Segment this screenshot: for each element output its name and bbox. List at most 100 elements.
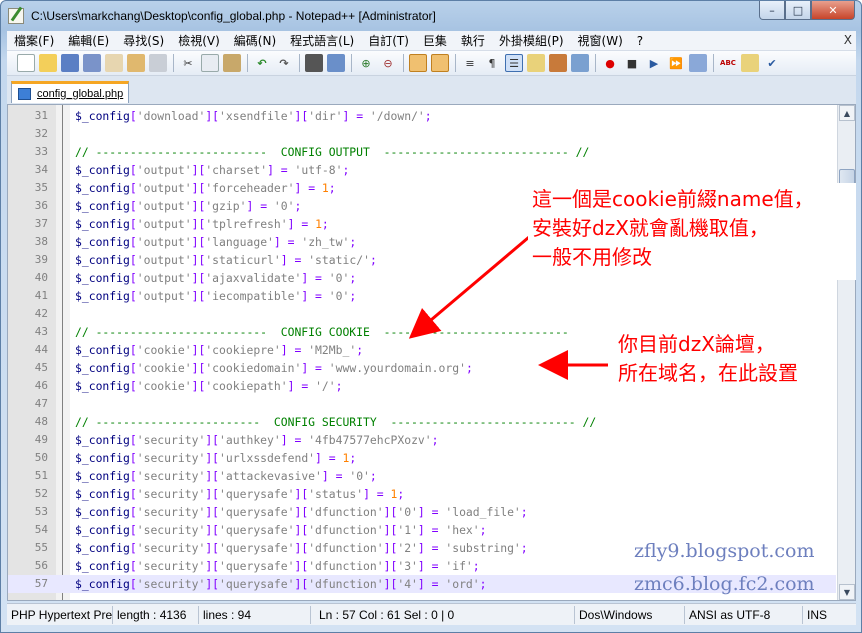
save-icon[interactable]	[61, 54, 79, 72]
run-macro-multiple-icon[interactable]: ⏩	[667, 54, 685, 72]
print-icon[interactable]	[149, 54, 167, 72]
indent-guide-icon[interactable]: ☰	[505, 54, 523, 72]
menu-language[interactable]: 程式語言(L)	[283, 32, 361, 49]
menu-plugins[interactable]: 外掛模組(P)	[492, 32, 571, 49]
title-bar[interactable]: C:\Users\markchang\Desktop\config_global…	[1, 1, 861, 31]
find-icon[interactable]	[305, 54, 323, 72]
code-line[interactable]: 47	[8, 395, 836, 413]
menu-encoding[interactable]: 編碼(N)	[227, 32, 283, 49]
code-token: ][	[191, 253, 206, 267]
code-line[interactable]: 31 $_config['download']['xsendfile']['dir…	[8, 107, 836, 125]
save-all-icon[interactable]	[83, 54, 101, 72]
code-token: ;	[369, 469, 377, 483]
code-token: ][	[294, 559, 309, 573]
code-line[interactable]: 52 $_config['security']['querysafe']['sta…	[8, 485, 836, 503]
paste-icon[interactable]	[223, 54, 241, 72]
code-line[interactable]: 42	[8, 305, 836, 323]
zoom-out-icon[interactable]: ⊖	[379, 54, 397, 72]
code-line[interactable]: 33 // ------------------------- CONFIG OU…	[8, 143, 836, 161]
sync-horizontal-icon[interactable]	[431, 54, 449, 72]
code-token: 1	[315, 217, 322, 231]
code-line[interactable]: 50 $_config['security']['urlxssdefend'] =…	[8, 449, 836, 467]
menu-search[interactable]: 尋找(S)	[116, 32, 171, 49]
code-line[interactable]: 49 $_config['security']['authkey'] = '4fb…	[8, 431, 836, 449]
user-defined-lang-icon[interactable]	[527, 54, 545, 72]
record-macro-icon[interactable]: ●	[601, 54, 619, 72]
code-token: ;	[465, 361, 473, 375]
code-token: 'querysafe'	[219, 559, 295, 573]
code-token: 'dfunction'	[308, 577, 384, 591]
menu-file[interactable]: 檔案(F)	[7, 32, 61, 49]
code-line[interactable]: 48 // ------------------------ CONFIG SEC…	[8, 413, 836, 431]
code-token: ][	[205, 523, 220, 537]
spell-check-settings-icon[interactable]: ✔	[763, 54, 781, 72]
code-line[interactable]: 34 $_config['output']['charset'] = 'utf-8…	[8, 161, 836, 179]
line-number: 31	[34, 109, 48, 122]
play-macro-icon[interactable]: ▶	[645, 54, 663, 72]
redo-icon[interactable]: ↷	[275, 54, 293, 72]
menu-run[interactable]: 執行	[454, 32, 492, 49]
code-token: [	[129, 163, 137, 177]
status-bar: PHP Hypertext Pre length : 4136 lines : …	[7, 603, 856, 625]
code-token: 'security'	[136, 487, 206, 501]
code-token: ][	[191, 199, 206, 213]
code-text: $_config['security']['authkey'] = '4fb47…	[75, 433, 439, 447]
tab-config-global[interactable]: config_global.php	[11, 81, 129, 103]
menu-view[interactable]: 檢視(V)	[171, 32, 227, 49]
word-wrap-icon[interactable]: ≡	[461, 54, 479, 72]
code-line[interactable]: 54 $_config['security']['querysafe']['dfu…	[8, 521, 836, 539]
spell-check-icon[interactable]: ABC	[719, 54, 737, 72]
undo-icon[interactable]: ↶	[253, 54, 271, 72]
new-file-icon[interactable]	[17, 54, 35, 72]
code-token: ][	[294, 541, 309, 555]
stop-record-icon[interactable]: ■	[623, 54, 641, 72]
code-token: [	[129, 343, 137, 357]
copy-icon[interactable]	[201, 54, 219, 72]
show-all-chars-icon[interactable]: ¶	[483, 54, 501, 72]
menu-edit[interactable]: 編輯(E)	[61, 32, 116, 49]
code-token: ] =	[417, 559, 446, 573]
close-button[interactable]: ✕	[811, 1, 855, 20]
save-macro-icon[interactable]	[689, 54, 707, 72]
sync-vertical-icon[interactable]	[409, 54, 427, 72]
replace-icon[interactable]	[327, 54, 345, 72]
code-token: [	[129, 577, 137, 591]
code-token: ][	[383, 505, 398, 519]
cut-icon[interactable]: ✂	[179, 54, 197, 72]
zoom-in-icon[interactable]: ⊕	[357, 54, 375, 72]
code-text: $_config['cookie']['cookiepre'] = 'M2Mb_…	[75, 343, 363, 357]
code-line[interactable]: 53 $_config['security']['querysafe']['dfu…	[8, 503, 836, 521]
menu-window[interactable]: 視窗(W)	[571, 32, 630, 49]
code-text: $_config['output']['forceheader'] = 1;	[75, 181, 336, 195]
code-token: '0'	[349, 469, 370, 483]
scroll-up-icon[interactable]: ▲	[839, 105, 855, 121]
code-line[interactable]: 41 $_config['output']['iecompatible'] = '…	[8, 287, 836, 305]
code-token: ][	[191, 217, 206, 231]
annotation-line: 這一個是cookie前綴name值，	[532, 187, 814, 211]
code-token: [	[129, 433, 137, 447]
code-token: ] =	[321, 469, 350, 483]
maximize-button[interactable]: □	[785, 1, 811, 20]
code-line[interactable]: 51 $_config['security']['attackevasive'] …	[8, 467, 836, 485]
code-token: ][	[205, 109, 220, 123]
minimize-button[interactable]: –	[759, 1, 785, 20]
close-file-icon[interactable]	[105, 54, 123, 72]
scroll-down-icon[interactable]: ▼	[839, 584, 855, 600]
close-document-icon[interactable]: X	[844, 33, 852, 47]
code-token: ][	[205, 559, 220, 573]
code-token: 'querysafe'	[219, 541, 295, 555]
code-token: '0'	[397, 505, 418, 519]
vertical-scrollbar[interactable]: ▲ ▼	[837, 105, 855, 600]
code-token: ;	[328, 181, 336, 195]
close-all-icon[interactable]	[127, 54, 145, 72]
spell-check-auto-icon[interactable]	[741, 54, 759, 72]
menu-settings[interactable]: 自訂(T)	[361, 32, 416, 49]
doc-map-icon[interactable]	[549, 54, 567, 72]
code-token: 'querysafe'	[219, 487, 295, 501]
open-file-icon[interactable]	[39, 54, 57, 72]
code-line[interactable]: 32	[8, 125, 836, 143]
menu-macro[interactable]: 巨集	[416, 32, 454, 49]
menu-help[interactable]: ?	[630, 34, 650, 48]
code-token: $_config	[75, 235, 130, 249]
function-list-icon[interactable]	[571, 54, 589, 72]
